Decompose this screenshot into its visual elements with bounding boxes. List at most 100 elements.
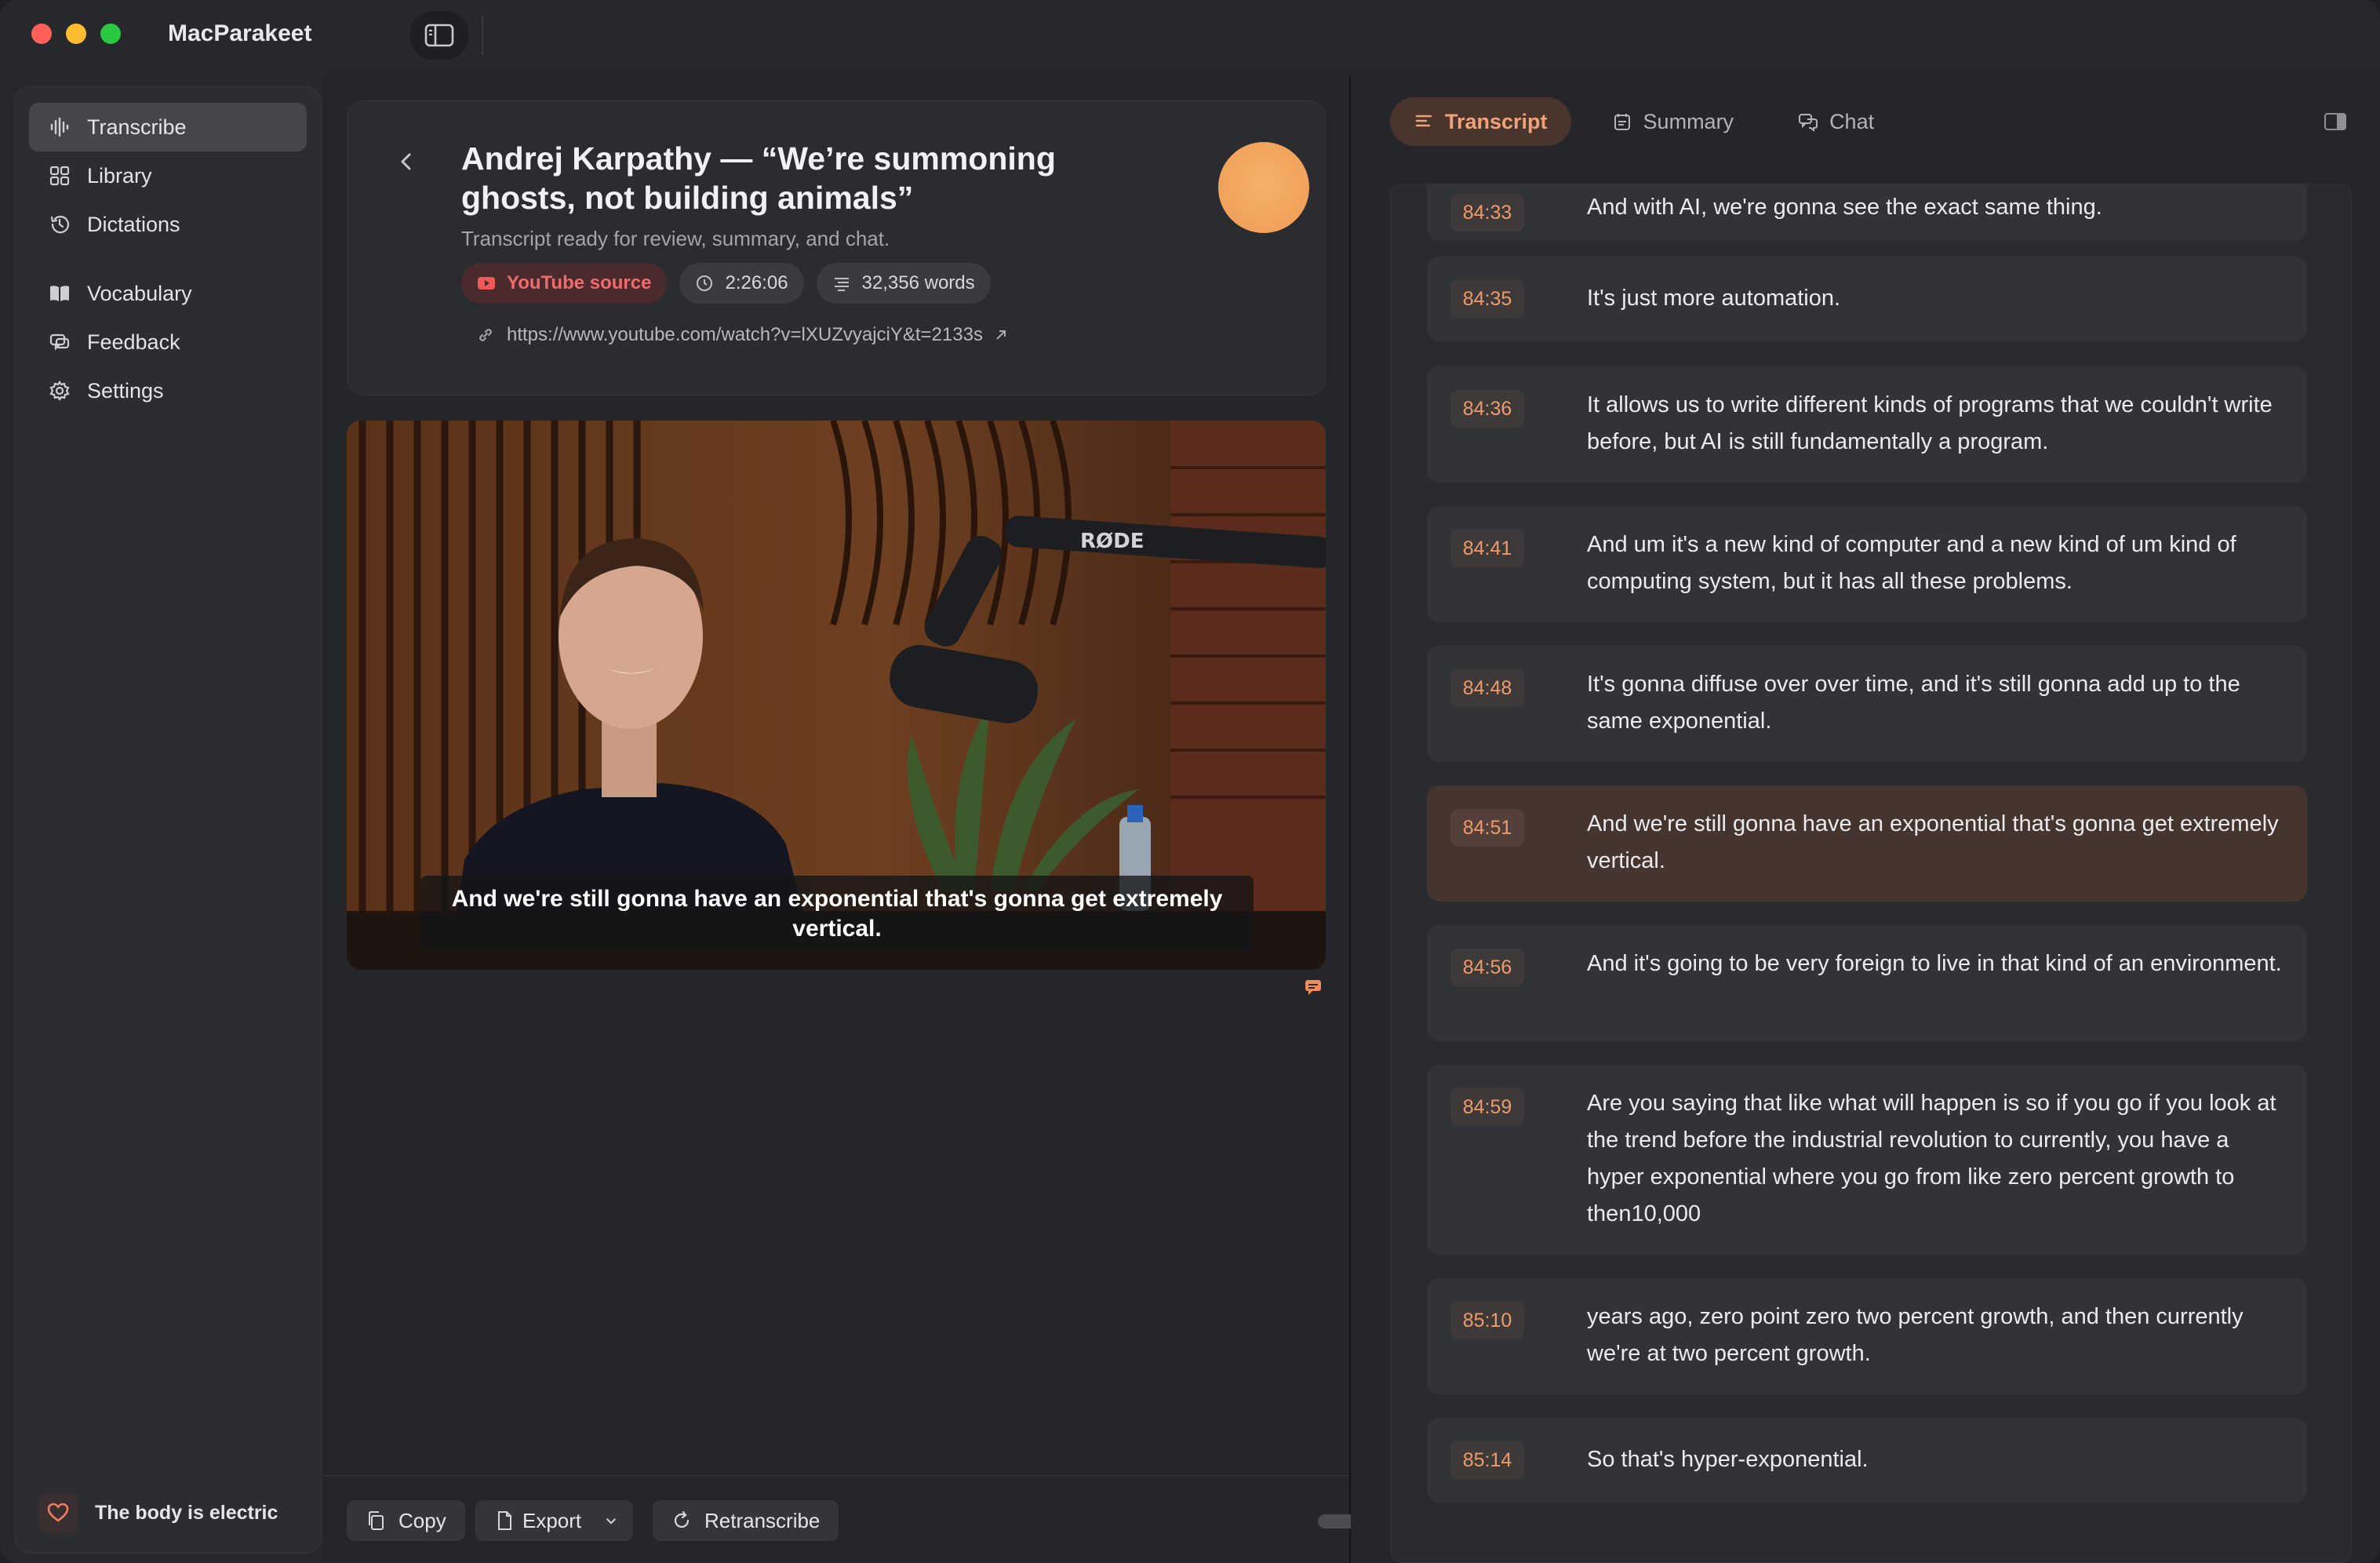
tab-chat[interactable]: Chat xyxy=(1774,97,1898,146)
clock-icon xyxy=(697,275,713,291)
document-icon xyxy=(498,1511,511,1530)
video-player[interactable]: RØDE And we're still gonna have an expon… xyxy=(347,421,1326,970)
transcript-segment[interactable]: 85:10 years ago, zero point zero two per… xyxy=(1427,1278,2307,1394)
segment-timestamp[interactable]: 84:48 xyxy=(1450,669,1524,707)
transcript-segment[interactable]: 85:14 So that's hyper-exponential. xyxy=(1427,1418,2307,1503)
sidebar-footer[interactable]: The body is electric xyxy=(38,1493,278,1532)
word-count-badge: 32,356 words xyxy=(816,263,991,304)
gear-icon xyxy=(48,379,71,403)
sidebar-footer-label: The body is electric xyxy=(95,1501,278,1524)
transcript-segment[interactable]: 84:33 And with AI, we're gonna see the e… xyxy=(1427,184,2307,241)
book-icon xyxy=(48,282,71,305)
segment-text: And um it's a new kind of computer and a… xyxy=(1587,532,2236,594)
sidebar-item-feedback[interactable]: Feedback xyxy=(29,318,307,366)
segment-timestamp[interactable]: 84:36 xyxy=(1450,390,1524,428)
transcript-list[interactable]: 84:33 And with AI, we're gonna see the e… xyxy=(1390,184,2352,1563)
copy-button[interactable]: Copy xyxy=(347,1500,465,1541)
metadata-badges: YouTube source 2:26:06 32,356 words xyxy=(461,263,991,304)
retranscribe-button[interactable]: Retranscribe xyxy=(653,1500,839,1541)
text-lines-icon xyxy=(834,278,849,291)
video-caption: And we're still gonna have an exponentia… xyxy=(420,876,1254,953)
transcript-segment[interactable]: 84:59 Are you saying that like what will… xyxy=(1427,1065,2307,1255)
detail-pane: Andrej Karpathy — “We’re summoning ghost… xyxy=(323,71,1351,1563)
chevron-down-icon[interactable] xyxy=(603,1513,619,1528)
sidebar-item-label: Transcribe xyxy=(87,115,187,139)
sidebar-item-settings[interactable]: Settings xyxy=(29,366,307,415)
sidebar-item-label: Dictations xyxy=(87,212,180,236)
transcript-segment[interactable]: 84:41 And um it's a new kind of computer… xyxy=(1427,506,2307,622)
copy-label: Copy xyxy=(398,1508,446,1532)
segment-timestamp[interactable]: 84:41 xyxy=(1450,530,1524,567)
segment-text: Are you saying that like what will happe… xyxy=(1587,1091,2276,1226)
segment-timestamp[interactable]: 84:33 xyxy=(1450,194,1524,231)
sidebar-item-label: Feedback xyxy=(87,330,180,354)
chat-icon xyxy=(1799,114,1818,132)
app-title: MacParakeet xyxy=(168,20,312,46)
tab-bar: Transcript Summary Chat xyxy=(1390,97,1898,146)
badge-label: YouTube source xyxy=(507,272,652,293)
segment-timestamp[interactable]: 85:14 xyxy=(1450,1441,1524,1479)
segment-text: So that's hyper-exponential. xyxy=(1587,1447,1869,1472)
sidebar-toggle-button[interactable] xyxy=(409,11,469,60)
heart-icon xyxy=(38,1493,78,1532)
source-url-link[interactable]: https://www.youtube.com/watch?v=lXUZvyaj… xyxy=(477,324,1010,346)
grid-icon xyxy=(48,164,71,188)
segment-text: It's just more automation. xyxy=(1587,286,1841,311)
link-icon xyxy=(479,329,492,341)
sidebar-item-library[interactable]: Library xyxy=(29,151,307,200)
tab-label: Transcript xyxy=(1445,109,1548,133)
app-window: MacParakeet Transcribe Library Dictation… xyxy=(0,0,2380,1563)
transcript-segment[interactable]: 84:35 It's just more automation. xyxy=(1427,257,2307,341)
transcript-segment[interactable]: 84:36 It allows us to write different ki… xyxy=(1427,366,2307,483)
badge-label: 32,356 words xyxy=(861,272,975,293)
segment-timestamp[interactable]: 84:51 xyxy=(1450,809,1524,847)
sidebar-item-label: Settings xyxy=(87,378,164,403)
inspector-toggle-icon[interactable] xyxy=(2324,111,2347,132)
waveform-icon xyxy=(48,115,71,139)
external-link-icon xyxy=(996,330,1006,340)
summary-icon xyxy=(1614,114,1630,130)
segment-timestamp[interactable]: 85:10 xyxy=(1450,1302,1524,1339)
tab-summary[interactable]: Summary xyxy=(1588,97,1758,146)
avatar xyxy=(1218,142,1309,233)
transcript-segment-active[interactable]: 84:51 And we're still gonna have an expo… xyxy=(1427,785,2307,902)
segment-text: years ago, zero point zero two percent g… xyxy=(1587,1304,2244,1366)
segment-text: It allows us to write different kinds of… xyxy=(1587,392,2273,454)
minimize-window-button[interactable] xyxy=(66,24,86,44)
back-chevron-icon[interactable] xyxy=(395,150,418,173)
badge-label: 2:26:06 xyxy=(725,272,788,293)
history-icon xyxy=(48,213,71,236)
segment-text: And it's going to be very foreign to liv… xyxy=(1587,951,2282,976)
youtube-source-badge[interactable]: YouTube source xyxy=(461,263,668,304)
retranscribe-label: Retranscribe xyxy=(704,1508,821,1532)
segment-text: It's gonna diffuse over over time, and i… xyxy=(1587,672,2240,734)
refresh-icon xyxy=(674,1510,690,1528)
transcript-segment[interactable]: 84:48 It's gonna diffuse over over time,… xyxy=(1427,646,2307,762)
title-bar: MacParakeet xyxy=(0,0,2380,71)
caption-bubble-icon[interactable] xyxy=(1304,978,1323,996)
mic-brand-label: RØDE xyxy=(1080,530,1144,553)
segment-text: And with AI, we're gonna see the exact s… xyxy=(1587,195,2102,220)
sidebar-item-label: Vocabulary xyxy=(87,281,192,305)
sidebar-item-dictations[interactable]: Dictations xyxy=(29,200,307,249)
transcript-pane: Transcript Summary Chat 84:33 And with A… xyxy=(1351,71,2380,1563)
tab-transcript[interactable]: Transcript xyxy=(1390,97,1571,146)
duration-badge: 2:26:06 xyxy=(679,263,804,304)
sidebar-toggle-icon xyxy=(424,24,454,47)
segment-timestamp[interactable]: 84:56 xyxy=(1450,949,1524,986)
source-url: https://www.youtube.com/watch?v=lXUZvyaj… xyxy=(507,324,983,345)
youtube-icon xyxy=(478,277,495,290)
segment-timestamp[interactable]: 84:35 xyxy=(1450,280,1524,318)
tab-label: Chat xyxy=(1829,109,1875,133)
zoom-window-button[interactable] xyxy=(100,24,121,44)
close-window-button[interactable] xyxy=(31,24,52,44)
page-subtitle: Transcript ready for review, summary, an… xyxy=(461,227,890,250)
transcript-header-card: Andrej Karpathy — “We’re summoning ghost… xyxy=(347,100,1326,395)
transcript-segment[interactable]: 84:56 And it's going to be very foreign … xyxy=(1427,925,2307,1041)
toolbar-divider xyxy=(482,16,483,55)
sidebar-item-vocabulary[interactable]: Vocabulary xyxy=(29,269,307,318)
export-button[interactable]: Export xyxy=(475,1500,634,1541)
segment-timestamp[interactable]: 84:59 xyxy=(1450,1088,1524,1126)
sidebar-item-transcribe[interactable]: Transcribe xyxy=(29,103,307,151)
sidebar: Transcribe Library Dictations Vocabulary… xyxy=(14,86,322,1554)
